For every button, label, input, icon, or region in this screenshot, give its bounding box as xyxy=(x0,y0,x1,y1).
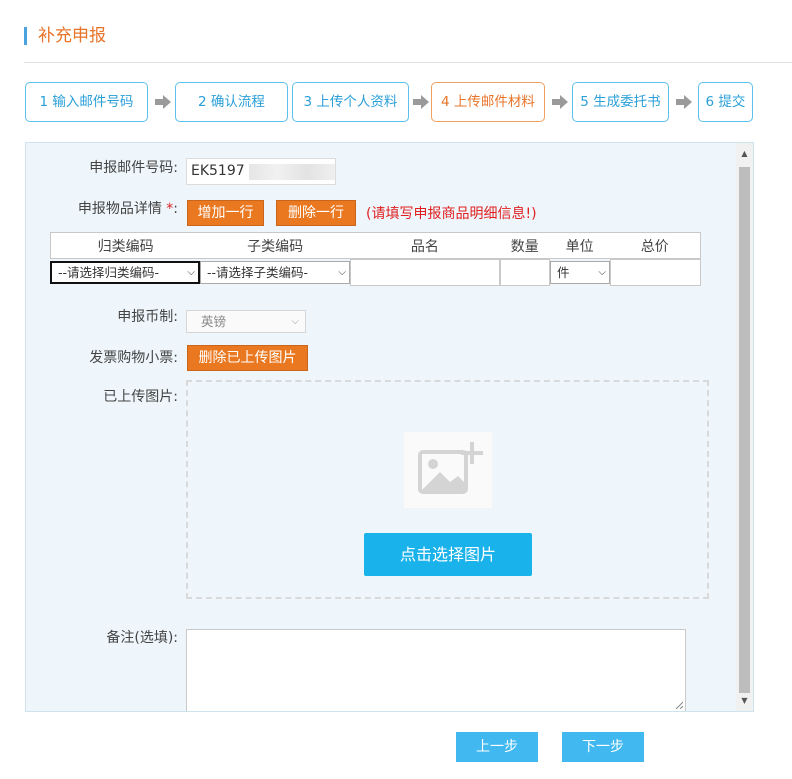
next-step-button[interactable]: 下一步 xyxy=(562,732,644,762)
chevron-down-icon: ⌵ xyxy=(187,267,195,278)
scroll-thumb[interactable] xyxy=(739,167,750,693)
choose-image-button[interactable]: 点击选择图片 xyxy=(364,533,532,576)
product-name-input[interactable] xyxy=(350,259,500,286)
prev-step-button[interactable]: 上一步 xyxy=(456,732,538,762)
step-4-active: 4 上传邮件材料 xyxy=(431,82,545,122)
unit-select[interactable]: 件 ⌵ xyxy=(550,261,610,284)
chevron-down-icon: ⌵ xyxy=(598,267,606,278)
items-table: 归类编码 子类编码 品名 数量 单位 总价 xyxy=(50,232,701,259)
header-quantity: 数量 xyxy=(499,232,550,259)
currency-select[interactable]: 英镑 ⌵ xyxy=(186,310,306,333)
step-arrow-icon xyxy=(552,95,568,109)
items-hint: (请填写申报商品明细信息!) xyxy=(366,206,537,222)
add-row-button[interactable]: 增加一行 xyxy=(187,200,264,226)
table-header-row: 归类编码 子类编码 品名 数量 单位 总价 xyxy=(50,232,701,259)
title-accent-bar xyxy=(24,27,27,45)
scroll-up-icon[interactable]: ▲ xyxy=(736,145,753,162)
step-arrow-icon xyxy=(413,95,429,109)
step-arrow-icon xyxy=(155,95,171,109)
add-image-icon xyxy=(404,432,492,508)
currency-select-value: 英镑 xyxy=(201,314,227,329)
receipt-label: 发票购物小票: xyxy=(89,350,178,366)
step-2: 2 确认流程 xyxy=(175,82,288,122)
step-5: 5 生成委托书 xyxy=(572,82,669,122)
subcategory-select-value: --请选择子类编码- xyxy=(207,265,309,280)
delete-row-button[interactable]: 删除一行 xyxy=(276,200,356,226)
quantity-input[interactable] xyxy=(500,259,550,286)
mail-no-value: EK5197 xyxy=(191,163,245,179)
page-title: 补充申报 xyxy=(38,26,106,46)
unit-select-value: 件 xyxy=(557,265,570,280)
chevron-down-icon: ⌵ xyxy=(338,267,346,278)
header-total-price: 总价 xyxy=(609,232,701,259)
chevron-down-icon: ⌵ xyxy=(291,316,299,327)
items-label: 申报物品详情 *: xyxy=(26,198,178,218)
header-subcategory: 子类编码 xyxy=(200,232,350,259)
step-arrow-icon xyxy=(676,95,692,109)
currency-label: 申报币制: xyxy=(117,309,178,325)
remark-label: 备注(选填): xyxy=(106,630,178,646)
step-3: 3 上传个人资料 xyxy=(292,82,409,122)
subcategory-select[interactable]: --请选择子类编码- ⌵ xyxy=(200,261,350,284)
delete-uploaded-button[interactable]: 删除已上传图片 xyxy=(187,345,308,371)
page-header: 补充申报 xyxy=(24,25,792,63)
items-label-colon: : xyxy=(173,201,178,217)
image-upload-area[interactable]: 点击选择图片 xyxy=(186,380,709,599)
remark-textarea[interactable] xyxy=(186,629,686,711)
step-6: 6 提交 xyxy=(698,82,753,122)
category-select-value: --请选择归类编码- xyxy=(58,265,160,280)
uploaded-label: 已上传图片: xyxy=(103,389,178,405)
mail-no-label: 申报邮件号码: xyxy=(89,160,178,176)
form-panel: 申报邮件号码: EK5197 申报物品详情 *: 增加一行 删除一行 (请填写申… xyxy=(25,142,754,712)
category-select[interactable]: --请选择归类编码- ⌵ xyxy=(50,261,200,284)
items-label-text: 申报物品详情 xyxy=(77,201,162,217)
scroll-down-icon[interactable]: ▼ xyxy=(736,692,753,709)
total-price-input[interactable] xyxy=(610,259,701,286)
mail-no-field[interactable]: EK5197 xyxy=(186,158,336,185)
header-unit: 单位 xyxy=(549,232,610,259)
vertical-scrollbar[interactable]: ▲ ▼ xyxy=(736,143,753,711)
resize-handle-icon[interactable] xyxy=(675,701,683,709)
redacted-blur xyxy=(249,164,335,180)
step-1: 1 输入邮件号码 xyxy=(25,82,148,122)
header-category: 归类编码 xyxy=(50,232,201,259)
header-product-name: 品名 xyxy=(350,232,500,259)
